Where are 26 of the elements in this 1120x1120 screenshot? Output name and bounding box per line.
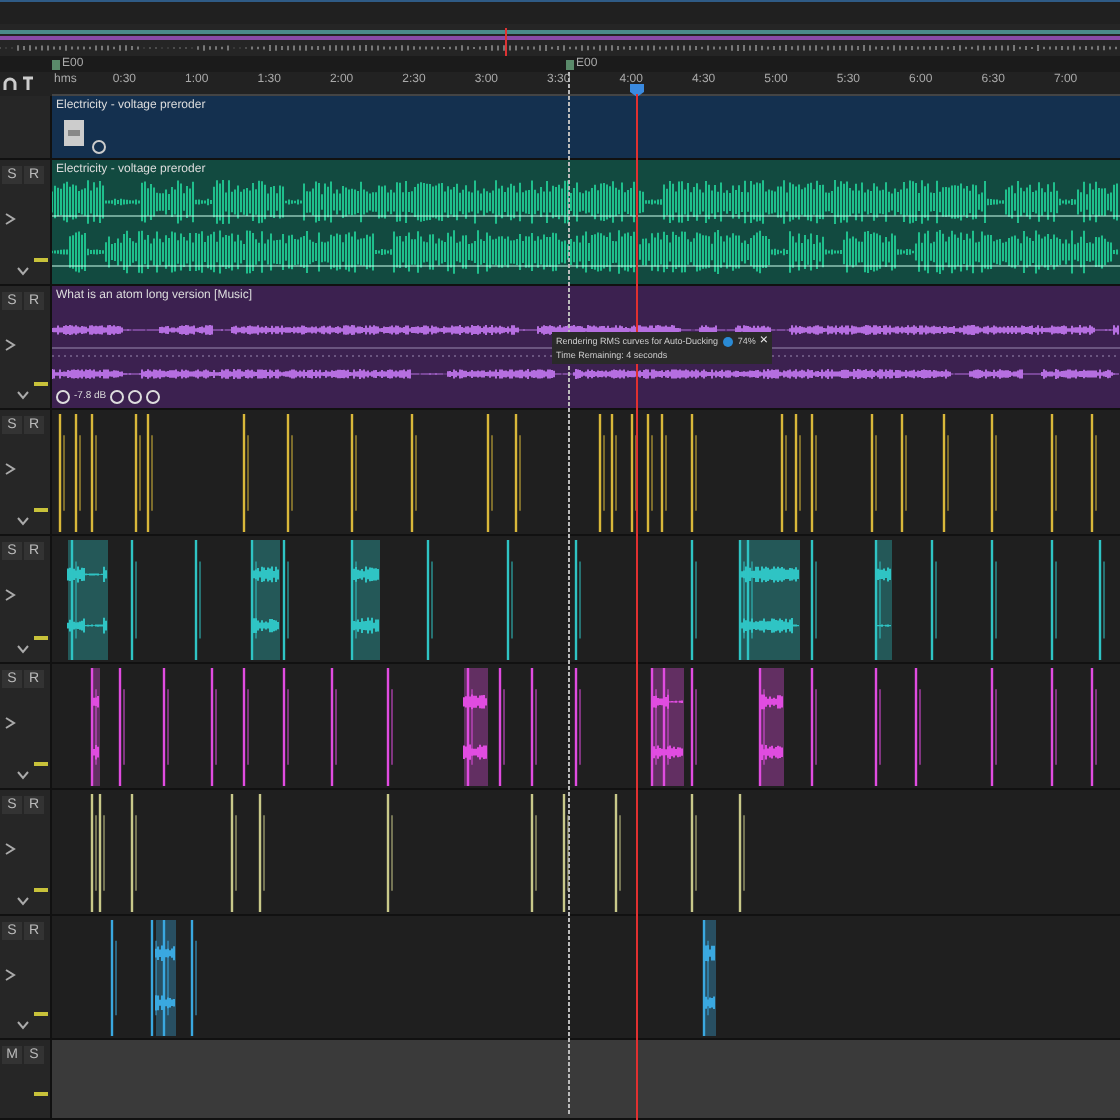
expand-icon[interactable] <box>4 716 16 730</box>
level-meter-icon <box>34 1092 48 1098</box>
level-meter-icon <box>34 1012 48 1018</box>
expand-icon[interactable] <box>4 212 16 226</box>
expand-icon[interactable] <box>4 338 16 352</box>
pin-icon[interactable] <box>22 76 34 92</box>
chevron-down-icon[interactable] <box>16 644 30 654</box>
chevron-down-icon[interactable] <box>16 516 30 526</box>
level-meter-icon <box>34 636 48 642</box>
chevron-down-icon[interactable] <box>16 896 30 906</box>
chevron-down-icon[interactable] <box>16 770 30 780</box>
level-meter-icon <box>34 888 48 894</box>
expand-icon[interactable] <box>4 968 16 982</box>
expand-icon[interactable] <box>4 588 16 602</box>
progress-ring-icon <box>722 335 734 347</box>
chevron-down-icon[interactable] <box>16 390 30 400</box>
film-icon <box>64 120 84 146</box>
level-meter-icon <box>34 382 48 388</box>
chevron-down-icon[interactable] <box>16 266 30 276</box>
expand-icon[interactable] <box>4 842 16 856</box>
level-meter-icon <box>34 258 48 264</box>
level-meter-icon <box>34 762 48 768</box>
expand-icon[interactable] <box>4 462 16 476</box>
level-meter-icon <box>34 508 48 514</box>
magnet-icon[interactable] <box>2 76 18 92</box>
chevron-down-icon[interactable] <box>16 1020 30 1030</box>
